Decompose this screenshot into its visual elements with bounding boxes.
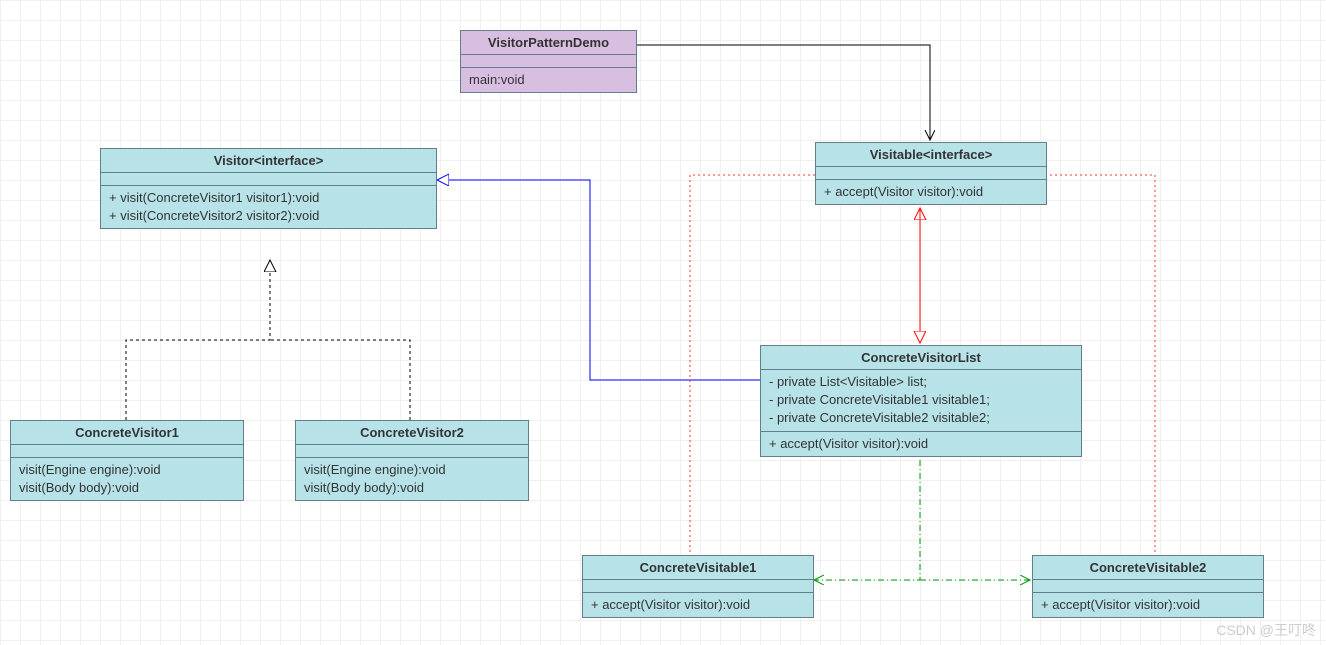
class-concrete-visitable2: ConcreteVisitable2 + accept(Visitor visi… <box>1032 555 1264 618</box>
class-visitor-pattern-demo: VisitorPatternDemo main:void <box>460 30 637 93</box>
class-visitor: Visitor<interface> + visit(ConcreteVisit… <box>100 148 437 229</box>
class-method: + visit(ConcreteVisitor2 visitor2):void <box>109 207 428 225</box>
watermark: CSDN @王叮咚 <box>1216 620 1316 640</box>
class-method: visit(Body body):void <box>19 479 235 497</box>
class-method: visit(Body body):void <box>304 479 520 497</box>
class-title: ConcreteVisitor2 <box>296 421 528 445</box>
class-title: ConcreteVisitable1 <box>583 556 813 580</box>
class-visitable: Visitable<interface> + accept(Visitor vi… <box>815 142 1047 205</box>
class-title: ConcreteVisitor1 <box>11 421 243 445</box>
class-method: + accept(Visitor visitor):void <box>1033 593 1263 617</box>
class-method: main:void <box>461 68 636 92</box>
class-method: + accept(Visitor visitor):void <box>761 432 1081 456</box>
class-title: VisitorPatternDemo <box>461 31 636 55</box>
class-concrete-visitor2: ConcreteVisitor2 visit(Engine engine):vo… <box>295 420 529 501</box>
class-concrete-visitor1: ConcreteVisitor1 visit(Engine engine):vo… <box>10 420 244 501</box>
class-title: ConcreteVisitable2 <box>1033 556 1263 580</box>
class-method: visit(Engine engine):void <box>19 461 235 479</box>
class-title: Visitable<interface> <box>816 143 1046 167</box>
class-method: + accept(Visitor visitor):void <box>816 180 1046 204</box>
class-title: Visitor<interface> <box>101 149 436 173</box>
class-field: - private ConcreteVisitable1 visitable1; <box>769 391 1073 409</box>
class-field: - private List<Visitable> list; <box>769 373 1073 391</box>
class-field: - private ConcreteVisitable2 visitable2; <box>769 409 1073 427</box>
class-method: + accept(Visitor visitor):void <box>583 593 813 617</box>
class-title: ConcreteVisitorList <box>761 346 1081 370</box>
class-concrete-visitable1: ConcreteVisitable1 + accept(Visitor visi… <box>582 555 814 618</box>
class-method: visit(Engine engine):void <box>304 461 520 479</box>
class-concrete-visitor-list: ConcreteVisitorList - private List<Visit… <box>760 345 1082 457</box>
class-method: + visit(ConcreteVisitor1 visitor1):void <box>109 189 428 207</box>
